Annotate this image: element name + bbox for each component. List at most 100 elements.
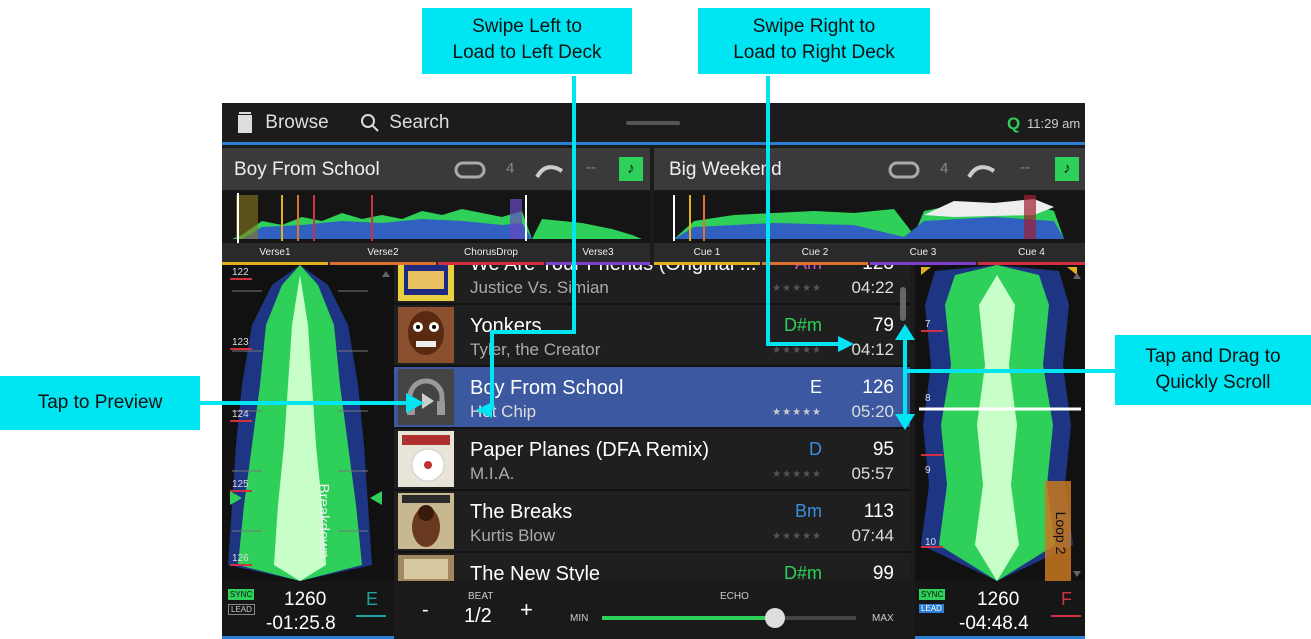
track-row[interactable]: The New Style D#m 99 [394,553,910,581]
loop-icon[interactable] [888,159,922,181]
right-overview-waveform[interactable] [654,191,1085,243]
beat-value: 1/2 [464,605,492,627]
top-bar-accent [222,142,1085,145]
search-icon [361,114,379,132]
track-title: The New Style [470,563,601,581]
slip-arrow-icon[interactable] [966,159,998,181]
album-art [398,265,454,301]
left-deck-footer[interactable]: SYNC LEAD 1260 -01:25.8 E [222,581,394,639]
album-art [398,431,454,487]
music-note-icon[interactable]: ♪ [1055,157,1079,181]
track-row[interactable]: Paper Planes (DFA Remix) M.I.A. D 95 ★★★… [394,429,910,491]
callout-line [572,76,576,334]
track-bpm: 123 [862,265,894,275]
track-key: Bm [795,501,822,521]
scroll-down-icon [1073,571,1081,577]
track-row[interactable]: We Are Your Friends (Original ... Justic… [394,265,910,305]
callout-line [490,334,494,410]
track-artist: Kurtis Blow [470,526,556,545]
cue-pad[interactable]: Cue 3 [870,243,976,265]
left-overview-waveform[interactable] [222,191,650,243]
track-title: We Are Your Friends (Original ... [470,265,756,276]
cue-marker [921,267,931,275]
search-label: Search [389,112,450,133]
sync-button[interactable]: SYNC [228,589,255,600]
track-title: The Breaks [470,501,573,523]
cue-label: Verse1 [259,247,291,258]
deck-bpm: 1260 [284,589,327,610]
right-scrolling-waveform[interactable]: 7 8 9 10 Loop 2 [915,265,1085,581]
deck-key-underline [356,615,386,617]
echo-label: ECHO [720,591,749,602]
cue-pad[interactable]: Verse1 [222,243,328,265]
callout-line [907,369,1125,373]
cue-marker [1067,267,1077,275]
cue-pad[interactable]: Cue 4 [978,243,1085,265]
echo-fx-controls: ECHO MIN MAX [560,581,910,639]
track-key: D [809,439,822,459]
track-rating: ★★★★★ [772,531,822,542]
beat-number: 126 [232,553,249,564]
drag-handle[interactable] [626,121,680,125]
callout-line [490,330,576,334]
right-deck-title: Big Weekend [669,159,782,180]
track-key: D#m [783,315,822,335]
cue-marker [370,491,382,505]
arrow-up-icon [895,324,915,340]
loop-label: Loop 2 [1053,511,1069,555]
echo-min-label: MIN [570,613,589,624]
scroll-up-icon [382,271,390,277]
cue-pad[interactable]: ChorusDrop [438,243,544,265]
cue-pad[interactable]: Verse2 [330,243,436,265]
deck-key: F [1061,589,1072,609]
right-deck-footer[interactable]: SYNC LEAD 1260 -04:48.4 F [915,581,1085,639]
beat-number: 10 [925,537,937,548]
right-deck-header[interactable]: Big Weekend 4 -- ♪ [654,148,1085,190]
list-scrollbar[interactable] [900,287,906,321]
scroll-up-icon [1073,273,1081,279]
browse-icon [238,112,252,133]
track-rating: ★★★★★ [772,283,822,294]
browse-button[interactable]: Browse [236,112,329,134]
slip-arrow-icon[interactable] [534,159,566,181]
arrow-down-icon [895,414,915,430]
browse-label: Browse [265,112,329,133]
callout-swipe-left: Swipe Left to Load to Left Deck [422,8,632,74]
search-button[interactable]: Search [360,112,449,134]
beat-minus-button[interactable]: - [422,599,429,622]
beat-number: 123 [232,337,249,348]
track-row-selected[interactable]: Boy From School Hot Chip E 126 ★★★★★ 05:… [394,367,910,429]
track-duration: 05:57 [851,464,894,483]
cue-pad[interactable]: Cue 1 [654,243,760,265]
beat-fx-controls: - BEAT 1/2 + [400,581,556,639]
track-bpm: 79 [872,315,894,336]
track-row[interactable]: Yonkers Tyler, the Creator D#m 79 ★★★★★ … [394,305,910,367]
beat-plus-button[interactable]: + [520,597,533,623]
music-note-icon[interactable]: ♪ [619,157,643,181]
echo-slider-knob[interactable] [764,608,785,628]
track-list[interactable]: We Are Your Friends (Original ... Justic… [394,265,910,581]
sync-button[interactable]: SYNC [919,589,946,600]
track-row[interactable]: The Breaks Kurtis Blow Bm 113 ★★★★★ 07:4… [394,491,910,553]
deck-key-underline [1051,615,1081,617]
loop-icon[interactable] [454,159,488,181]
callout-tap-preview: Tap to Preview [0,376,200,430]
quantize-indicator: Q [1007,114,1021,133]
track-bpm: 113 [863,501,894,522]
callout-line [766,76,770,346]
left-deck-header[interactable]: Boy From School 4 -- ♪ [222,148,650,190]
track-duration: 07:44 [851,526,894,545]
callout-swipe-right: Swipe Right to Load to Right Deck [698,8,930,74]
callout-line [903,338,907,416]
left-scrolling-waveform[interactable]: 122 123 124 125 126 Breakdown [222,265,394,581]
callout-line [200,401,408,405]
cue-label: Verse2 [367,247,399,258]
cue-label: Cue 4 [1018,247,1045,258]
track-bpm: 99 [872,563,894,581]
beat-number: 125 [232,479,249,490]
track-artist: Justice Vs. Simian [470,278,609,297]
track-duration: 05:20 [851,402,894,421]
left-deck-title: Boy From School [234,159,380,180]
cue-pad[interactable]: Cue 2 [762,243,868,265]
cue-pad[interactable]: Verse3 [546,243,650,265]
